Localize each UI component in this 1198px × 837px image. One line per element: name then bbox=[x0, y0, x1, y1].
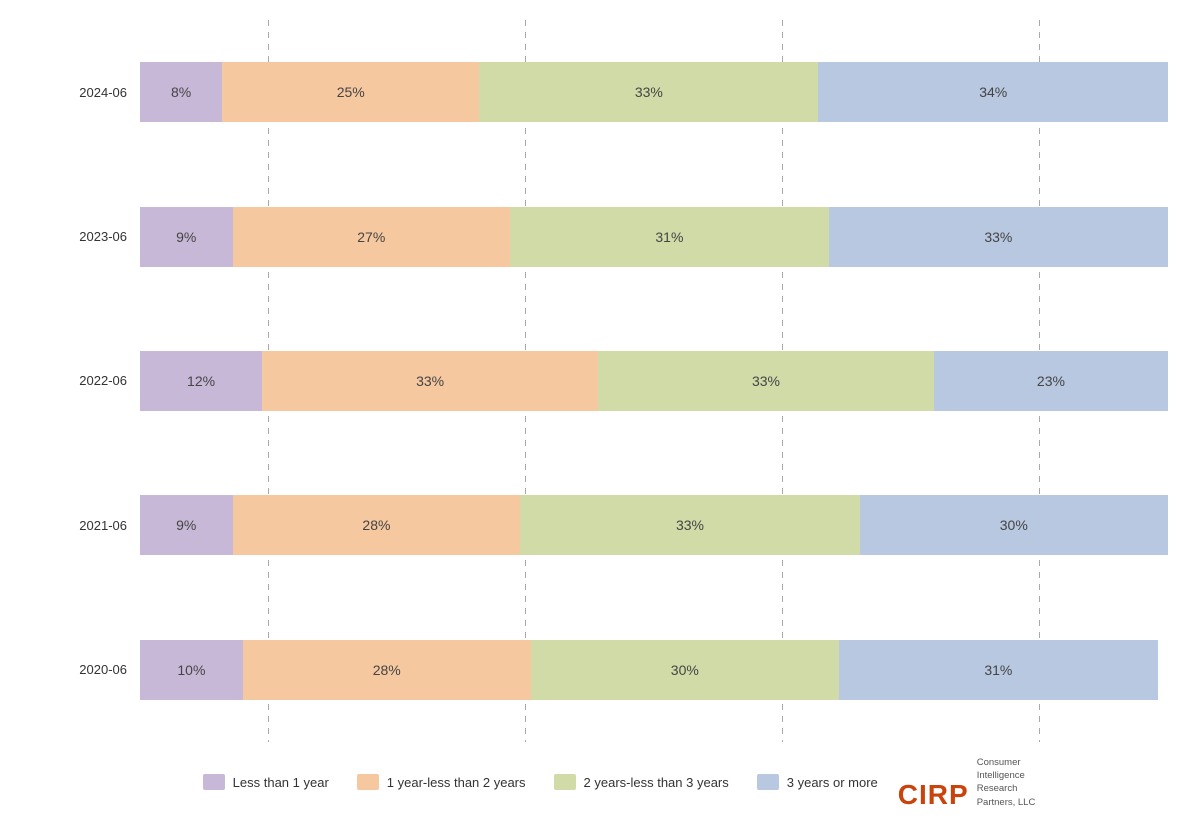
chart-row: 2020-0610%28%30%31% bbox=[140, 640, 1168, 700]
bar-segment: 23% bbox=[934, 351, 1168, 411]
bar-segment: 31% bbox=[510, 207, 829, 267]
legend-item: 1 year-less than 2 years bbox=[357, 774, 526, 790]
row-label: 2023-06 bbox=[70, 229, 135, 244]
bar-segment: 33% bbox=[262, 351, 598, 411]
legend-items: Less than 1 year 1 year-less than 2 years… bbox=[203, 774, 878, 790]
bar-wrapper: 10%28%30%31% bbox=[140, 640, 1168, 700]
legend-color-box bbox=[554, 774, 576, 790]
legend-label: 2 years-less than 3 years bbox=[584, 775, 729, 790]
bar-wrapper: 9%28%33%30% bbox=[140, 495, 1168, 555]
bar-segment: 9% bbox=[140, 495, 233, 555]
bar-wrapper: 9%27%31%33% bbox=[140, 207, 1168, 267]
bar-segment: 33% bbox=[598, 351, 934, 411]
bar-segment: 30% bbox=[531, 640, 839, 700]
bar-segment: 28% bbox=[243, 640, 531, 700]
row-label: 2021-06 bbox=[70, 518, 135, 533]
chart-row: 2022-0612%33%33%23% bbox=[140, 351, 1168, 411]
row-label: 2024-06 bbox=[70, 85, 135, 100]
bar-segment: 28% bbox=[233, 495, 521, 555]
chart-row: 2021-069%28%33%30% bbox=[140, 495, 1168, 555]
legend-color-box bbox=[757, 774, 779, 790]
legend-label: 1 year-less than 2 years bbox=[387, 775, 526, 790]
legend-and-logo: Less than 1 year 1 year-less than 2 years… bbox=[70, 742, 1168, 817]
bar-segment: 33% bbox=[520, 495, 859, 555]
row-label: 2020-06 bbox=[70, 662, 135, 677]
bar-segment: 34% bbox=[818, 62, 1168, 122]
cirp-brand: CIRP bbox=[898, 781, 969, 809]
bar-wrapper: 12%33%33%23% bbox=[140, 351, 1168, 411]
legend-item: 3 years or more bbox=[757, 774, 878, 790]
legend-item: 2 years-less than 3 years bbox=[554, 774, 729, 790]
bar-segment: 33% bbox=[479, 62, 818, 122]
legend-item: Less than 1 year bbox=[203, 774, 329, 790]
cirp-subtitle: Consumer Intelligence Research Partners,… bbox=[977, 756, 1036, 809]
chart-row: 2024-068%25%33%34% bbox=[140, 62, 1168, 122]
bar-segment: 33% bbox=[829, 207, 1168, 267]
legend-color-box bbox=[203, 774, 225, 790]
bar-segment: 31% bbox=[839, 640, 1158, 700]
bar-wrapper: 8%25%33%34% bbox=[140, 62, 1168, 122]
bar-segment: 10% bbox=[140, 640, 243, 700]
chart-container: 2024-068%25%33%34%2023-069%27%31%33%2022… bbox=[70, 20, 1168, 817]
bar-segment: 8% bbox=[140, 62, 222, 122]
bar-segment: 27% bbox=[233, 207, 511, 267]
bar-segment: 30% bbox=[860, 495, 1168, 555]
cirp-logo: CIRP Consumer Intelligence Research Part… bbox=[898, 756, 1036, 809]
legend-label: 3 years or more bbox=[787, 775, 878, 790]
chart-row: 2023-069%27%31%33% bbox=[140, 207, 1168, 267]
legend-label: Less than 1 year bbox=[233, 775, 329, 790]
row-label: 2022-06 bbox=[70, 373, 135, 388]
chart-area: 2024-068%25%33%34%2023-069%27%31%33%2022… bbox=[70, 20, 1168, 742]
bar-segment: 25% bbox=[222, 62, 479, 122]
legend-color-box bbox=[357, 774, 379, 790]
bar-segment: 12% bbox=[140, 351, 262, 411]
bar-segment: 9% bbox=[140, 207, 233, 267]
